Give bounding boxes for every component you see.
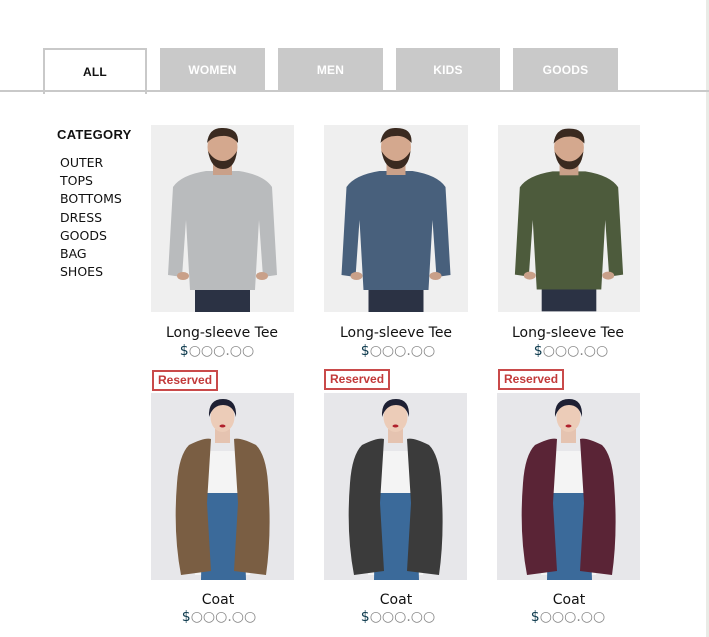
man-figure-illustration [514,128,624,312]
currency-symbol: $ [530,609,540,625]
woman-figure-illustration [521,399,616,580]
tab-goods[interactable]: GOODS [513,48,618,91]
price-value: ○○○.○○ [369,609,436,625]
product-image-woman-tweed-coat[interactable] [324,393,467,580]
category-item-bag[interactable]: BAG [60,245,132,263]
category-item-outer[interactable]: OUTER [60,154,132,172]
category-item-shoes[interactable]: SHOES [60,263,132,281]
product-image-woman-brown-coat[interactable] [151,393,294,580]
product-name[interactable]: Coat [479,592,659,608]
product-price: $○○○.○○ [308,609,488,625]
product-price: $○○○.○○ [478,609,658,625]
currency-symbol: $ [360,343,370,359]
product-name[interactable]: Coat [128,592,308,608]
product-name[interactable]: Long-sleeve Tee [132,325,312,341]
category-sidebar: CATEGORY OUTER TOPS BOTTOMS DRESS GOODS … [57,127,132,281]
product-price: $○○○.○○ [481,343,661,359]
category-item-tops[interactable]: TOPS [60,172,132,190]
price-value: ○○○.○○ [369,343,436,359]
category-item-dress[interactable]: DRESS [60,209,132,227]
currency-symbol: $ [360,609,370,625]
product-price: $○○○.○○ [127,343,307,359]
product-price: $○○○.○○ [308,343,488,359]
woman-figure-illustration [175,399,270,580]
reserved-badge: Reserved [498,369,565,390]
tab-all[interactable]: ALL [43,48,147,94]
tab-women[interactable]: WOMEN [160,48,265,91]
product-image-man-gray-sweater[interactable] [151,125,294,312]
currency-symbol: $ [533,343,543,359]
product-name[interactable]: Long-sleeve Tee [478,325,658,341]
tab-divider [0,90,709,92]
man-figure-illustration [168,127,277,312]
currency-symbol: $ [181,609,191,625]
tab-men[interactable]: MEN [278,48,383,91]
tab-kids[interactable]: KIDS [396,48,500,91]
price-value: ○○○.○○ [188,343,255,359]
woman-figure-illustration [348,399,443,580]
reserved-badge: Reserved [152,370,219,391]
price-value: ○○○.○○ [539,609,606,625]
reserved-badge: Reserved [324,369,391,390]
man-figure-illustration [341,127,451,312]
product-name[interactable]: Long-sleeve Tee [306,325,486,341]
category-item-goods[interactable]: GOODS [60,227,132,245]
product-name[interactable]: Coat [306,592,486,608]
product-image-woman-burgundy-coat[interactable] [497,393,640,580]
product-image-man-blue-sweater[interactable] [324,125,468,312]
product-image-man-green-sweater[interactable] [498,125,640,312]
price-value: ○○○.○○ [190,609,257,625]
category-item-bottoms[interactable]: BOTTOMS [60,190,132,208]
price-value: ○○○.○○ [542,343,609,359]
currency-symbol: $ [179,343,189,359]
product-price: $○○○.○○ [129,609,309,625]
category-title: CATEGORY [57,127,132,142]
